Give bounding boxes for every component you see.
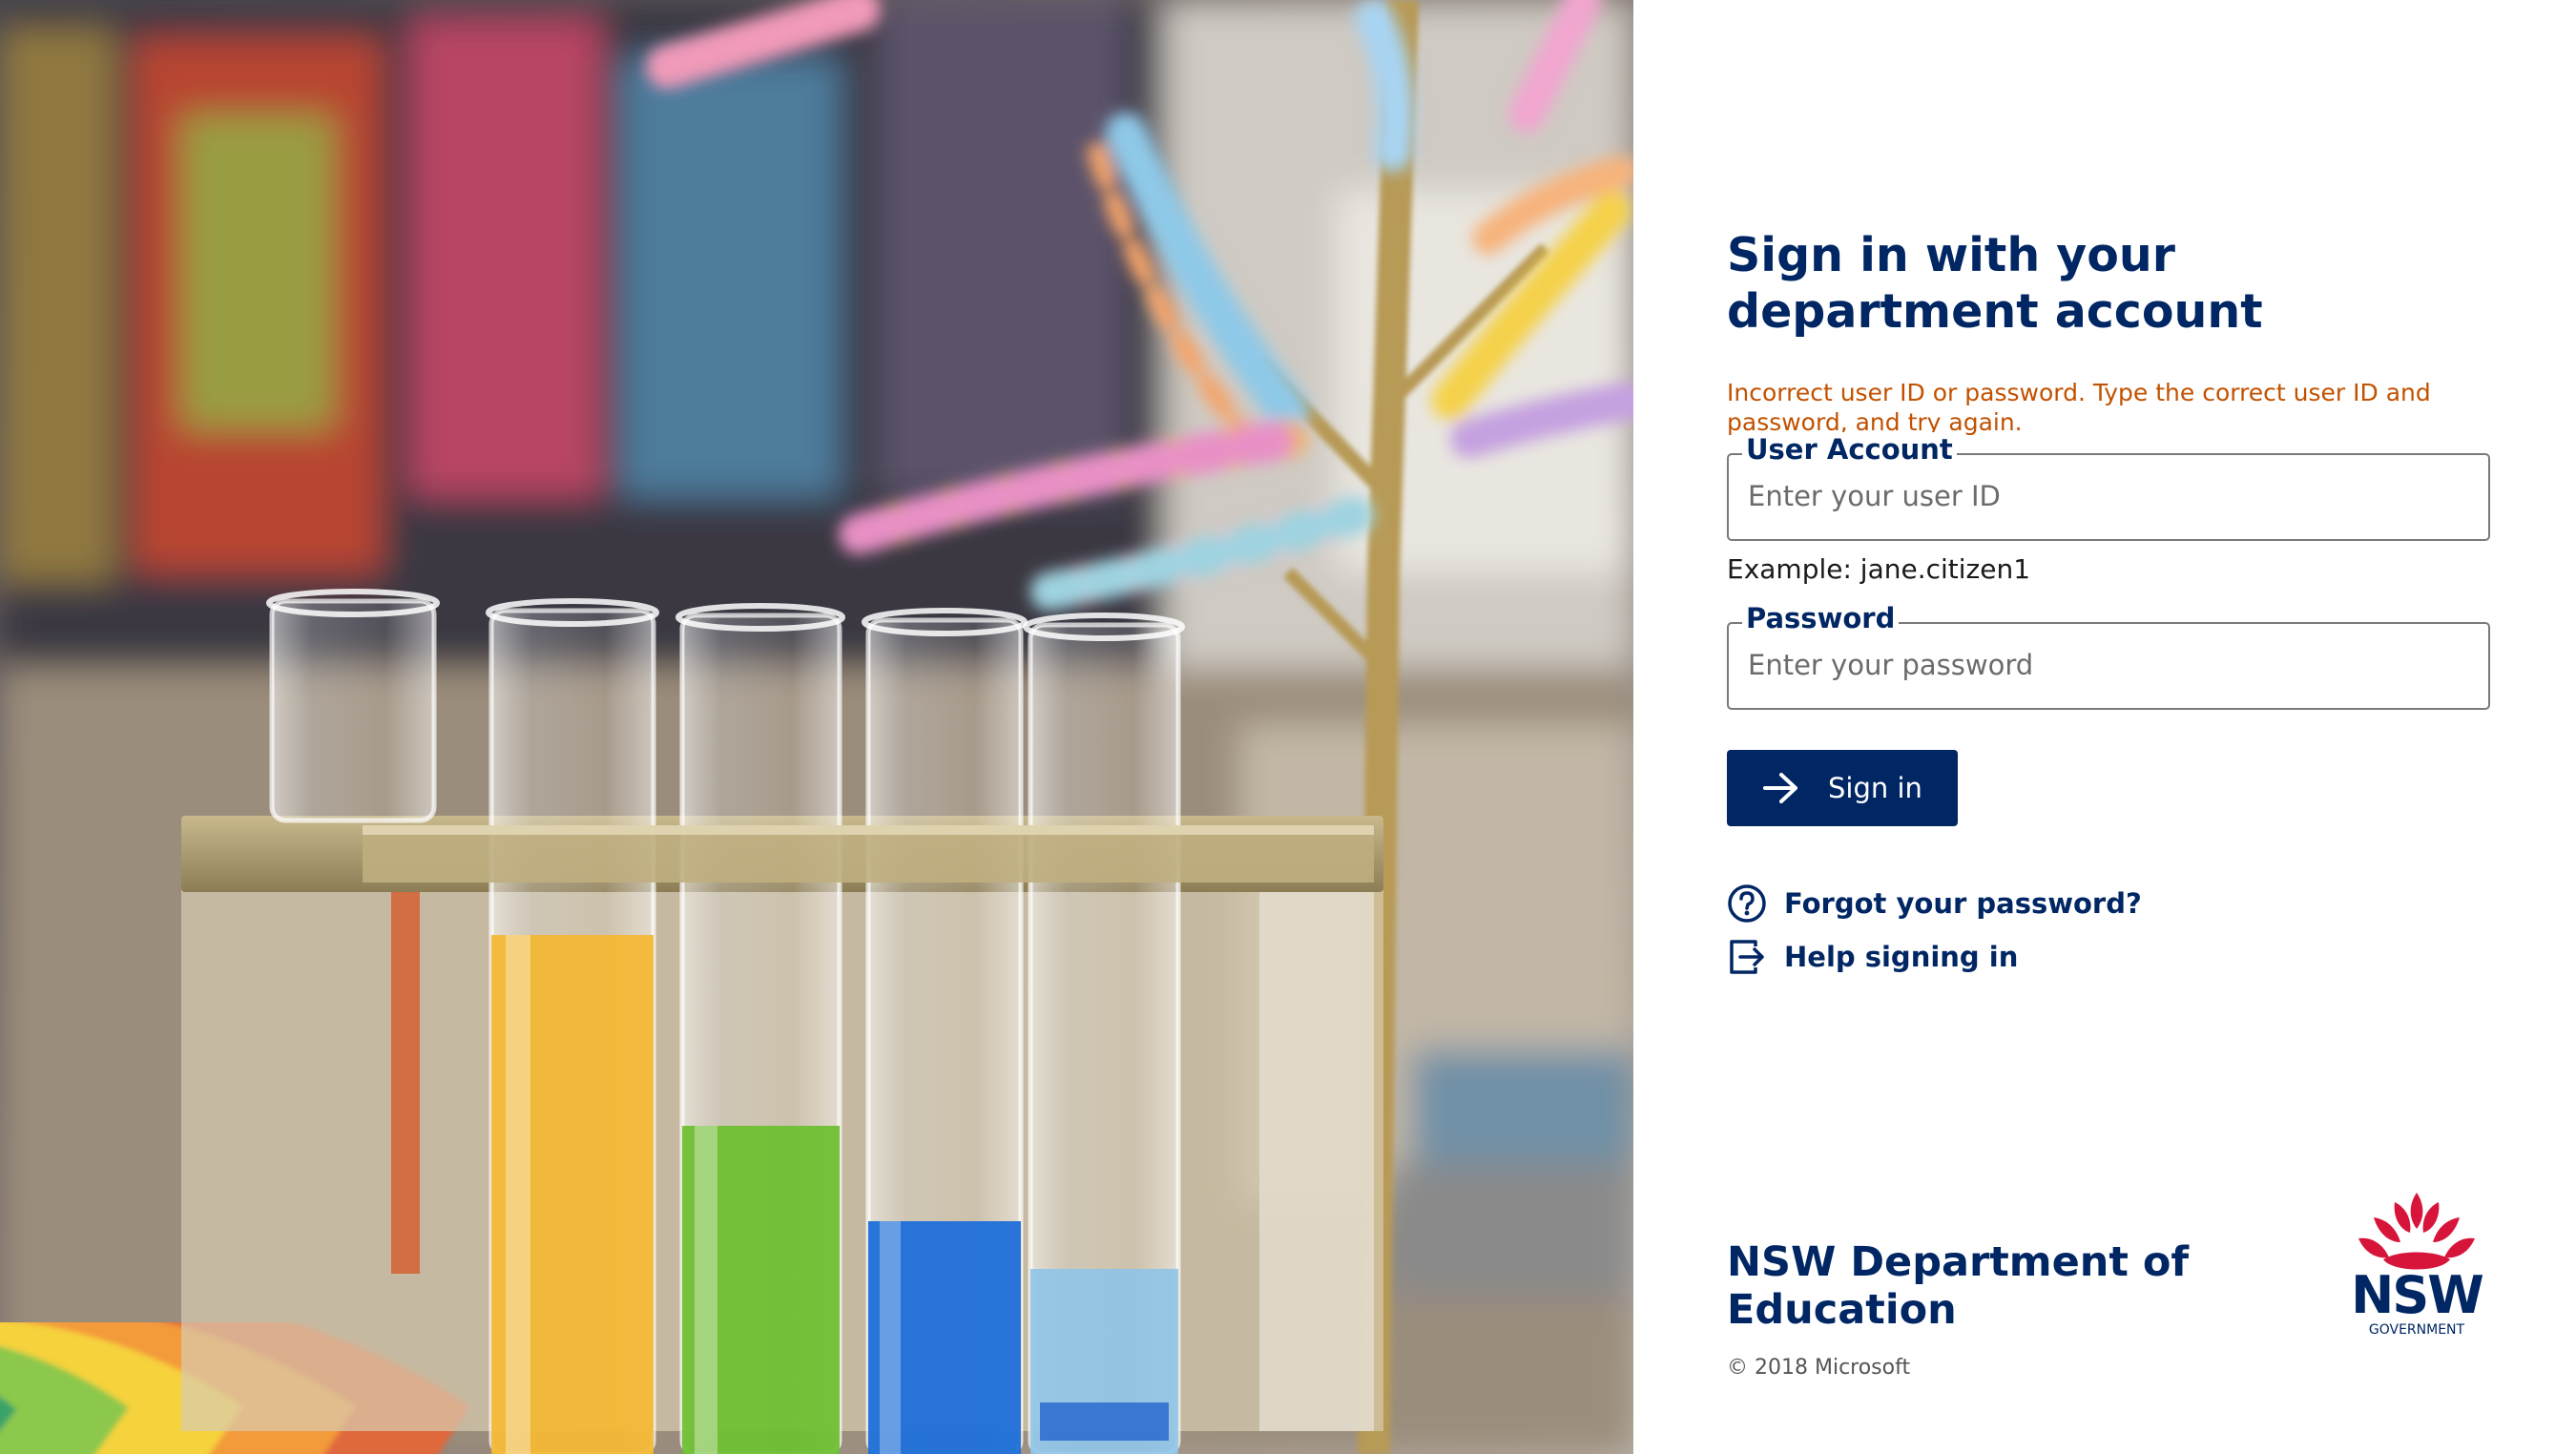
user-id-example: Example: jane.citizen1 — [1727, 553, 2031, 585]
user-id-input[interactable] — [1729, 455, 2483, 537]
help-signing-in-link[interactable]: Help signing in — [1727, 936, 2018, 978]
help-signing-in-label: Help signing in — [1784, 941, 2019, 973]
page-title: Sign in with your department account — [1727, 228, 2263, 339]
hero-image — [0, 0, 1633, 1454]
password-input[interactable] — [1729, 624, 2483, 706]
signin-panel: Sign in with your department account Inc… — [1633, 0, 2576, 1454]
org-name: NSW Department of Education — [1727, 1238, 2190, 1334]
forgot-password-label: Forgot your password? — [1784, 887, 2142, 920]
password-field: Password — [1727, 601, 2490, 710]
logo-wordmark: NSW — [2351, 1265, 2484, 1325]
logo-subtext: GOVERNMENT — [2368, 1322, 2465, 1338]
sign-in-button[interactable]: Sign in — [1727, 750, 1958, 826]
user-account-field: User Account — [1727, 432, 2490, 541]
copyright: © 2018 Microsoft — [1727, 1356, 1911, 1380]
question-circle-icon — [1728, 884, 1766, 923]
exit-box-icon — [1730, 940, 1764, 974]
arrow-right-icon — [1763, 773, 1797, 803]
forgot-password-link[interactable]: Forgot your password? — [1727, 883, 2142, 924]
sign-in-label: Sign in — [1828, 772, 1922, 804]
nsw-government-logo: NSW GOVERNMENT — [2345, 1189, 2488, 1341]
error-message: Incorrect user ID or password. Type the … — [1727, 379, 2431, 436]
